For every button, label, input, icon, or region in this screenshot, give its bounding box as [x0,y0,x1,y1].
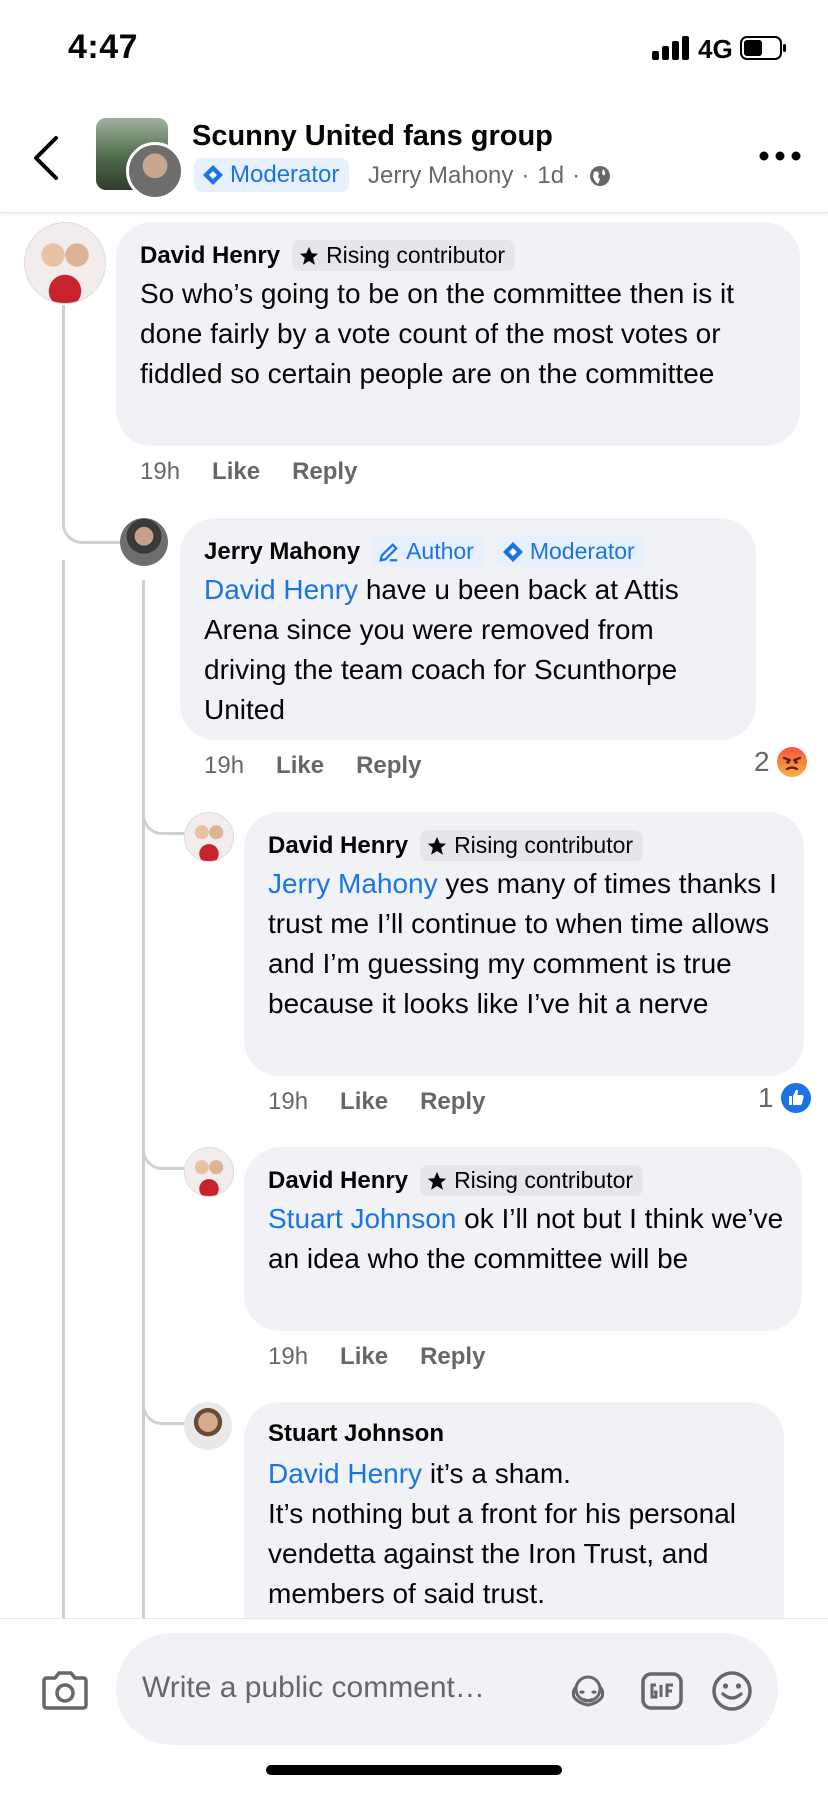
comment-time[interactable]: 19h [268,1343,308,1371]
comment-input-container [116,1633,778,1745]
comment-author-row: David Henry Rising contributor [268,1165,644,1196]
reaction-summary[interactable]: 1 [758,1082,812,1114]
badge-label: Author [406,538,474,564]
thread-line [62,305,65,525]
comment-author[interactable]: Stuart Johnson [268,1420,444,1448]
poster-avatar[interactable] [126,142,184,200]
comment-text: So who’s going to be on the committee th… [140,274,780,394]
badge-label: Moderator [529,538,635,564]
comment-author[interactable]: David Henry [268,832,408,860]
battery-icon [740,36,786,60]
network-label: 4G [698,34,733,64]
avatar-sticker-icon[interactable] [566,1669,610,1713]
group-name[interactable]: Scunny United fans group [192,120,553,153]
clock: 4:47 [68,28,139,66]
like-reaction-icon [780,1083,811,1113]
avatar[interactable] [184,1147,234,1197]
mention-link[interactable]: David Henry [204,574,358,605]
mention-link[interactable]: Stuart Johnson [268,1203,456,1234]
moderator-badge: Moderator [495,536,645,567]
comment-time[interactable]: 19h [268,1088,308,1116]
meta-separator: · [572,162,581,189]
thread-connector [142,780,185,835]
reaction-count: 2 [754,746,770,777]
mention-link[interactable]: David Henry [268,1458,422,1489]
moderator-badge: Moderator [194,158,350,192]
post-meta: Jerry Mahony · 1d · [368,162,612,190]
pencil-icon [379,542,398,562]
moderator-shield-icon [203,165,223,185]
comment-text: Jerry Mahony yes many of times thanks I … [268,864,788,1024]
author-badge: Author [372,536,484,567]
comment-body: So who’s going to be on the committee th… [140,278,735,389]
emoji-icon[interactable] [710,1669,754,1713]
like-button[interactable]: Like [212,458,260,486]
comment-text: Stuart Johnson ok I’ll not but I think w… [268,1199,788,1279]
reaction-summary[interactable]: 2 [754,746,808,778]
badge-label: Rising contributor [454,1167,634,1193]
post-age: 1d [537,162,565,189]
moderator-shield-icon [502,541,523,562]
comment-time[interactable]: 19h [204,752,244,780]
comment-text: David Henry it’s a sham. It’s nothing bu… [268,1454,768,1614]
avatar[interactable] [120,518,168,566]
comment-author[interactable]: David Henry [140,242,280,270]
thread-connector [142,1370,185,1425]
star-icon [427,1171,447,1190]
like-button[interactable]: Like [276,752,324,780]
reply-button[interactable]: Reply [356,752,421,780]
comment-author[interactable]: Jerry Mahony [204,538,360,566]
signal-icon [652,36,692,60]
thread-line [62,560,65,1618]
thread-connector [62,505,121,544]
badge-label: Rising contributor [326,242,506,268]
globe-icon [590,166,611,186]
comment-actions: 19h Like Reply [140,458,357,486]
meta-separator: · [521,162,530,189]
star-icon [299,246,319,265]
gif-icon[interactable] [640,1669,684,1713]
back-arrow-icon[interactable] [28,130,68,186]
avatar[interactable] [184,812,234,862]
thread-line [142,580,145,1618]
comment-actions: 19h Like Reply [204,752,421,780]
comment-author[interactable]: David Henry [268,1167,408,1195]
rising-contributor-badge: Rising contributor [420,830,644,861]
rising-contributor-badge: Rising contributor [292,240,516,271]
comment-author-row: David Henry Rising contributor [268,830,644,861]
status-bar: 4:47 4G [0,0,828,100]
reaction-count: 1 [758,1082,774,1113]
reply-button[interactable]: Reply [420,1343,485,1371]
more-options-icon[interactable] [758,144,802,168]
mention-link[interactable]: Jerry Mahony [268,868,438,899]
post-header: Scunny United fans group Moderator Jerry… [0,100,828,213]
like-button[interactable]: Like [340,1343,388,1371]
comment-time[interactable]: 19h [140,458,180,486]
star-icon [427,836,447,855]
reply-button[interactable]: Reply [292,458,357,486]
moderator-label: Moderator [230,161,340,188]
comment-body-continued: It’s nothing but a front for his persona… [268,1498,736,1609]
rising-contributor-badge: Rising contributor [420,1165,644,1196]
comment-author-row: Jerry Mahony Author Moderator [204,536,645,567]
camera-icon[interactable] [40,1669,90,1711]
comment-body: it’s a sham. [422,1458,571,1489]
like-button[interactable]: Like [340,1088,388,1116]
home-indicator [266,1765,562,1775]
comment-text: David Henry have u been back at Attis Ar… [204,570,740,730]
comment-composer [0,1618,828,1793]
comment-actions: 19h Like Reply [268,1343,485,1371]
avatar[interactable] [24,222,106,304]
comment-author-row: David Henry Rising contributor [140,240,516,271]
angry-reaction-icon [776,747,807,777]
thread-connector [142,1115,185,1170]
comment-author-row: Stuart Johnson [268,1420,444,1448]
avatar[interactable] [184,1402,232,1450]
poster-name[interactable]: Jerry Mahony [368,162,513,190]
comment-actions: 19h Like Reply [268,1088,485,1116]
reply-button[interactable]: Reply [420,1088,485,1116]
comment-input[interactable] [140,1663,564,1713]
badge-label: Rising contributor [454,832,634,858]
